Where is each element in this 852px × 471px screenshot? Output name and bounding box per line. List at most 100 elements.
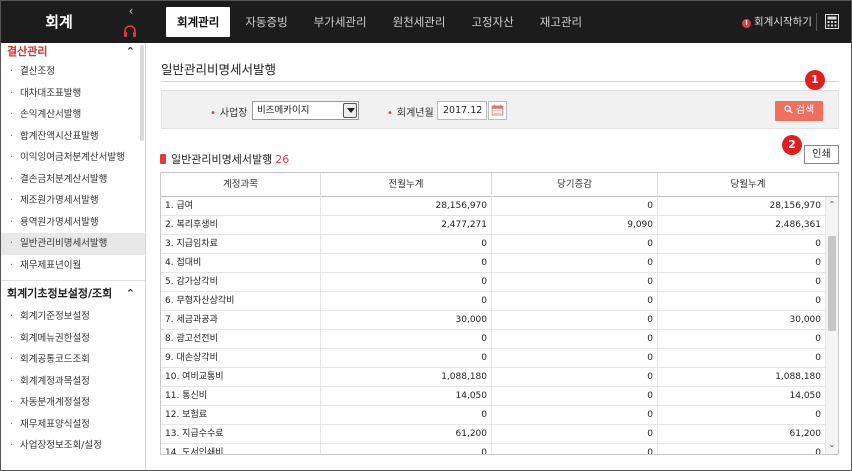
print-button[interactable]: 인쇄 xyxy=(804,145,839,164)
table-cell: 0 xyxy=(492,273,658,291)
app-logo[interactable]: 회계 xyxy=(1,1,117,43)
sidebar-group-closing[interactable]: 결산관리 ⌃ xyxy=(1,43,145,61)
search-icon xyxy=(784,105,793,114)
sidebar-scrollbar[interactable] xyxy=(140,45,144,141)
table-cell: 61,200 xyxy=(321,425,492,443)
nav-tab[interactable]: 회계관리 xyxy=(166,7,231,37)
search-button[interactable]: 검색 xyxy=(775,101,823,121)
nav-tab[interactable]: 부가세관리 xyxy=(303,7,378,37)
sidebar-item[interactable]: 자동분개계정설정 xyxy=(1,392,145,414)
sidebar-item[interactable]: 제조원가명세서발행 xyxy=(1,190,145,212)
column-header[interactable]: 전월누계 xyxy=(321,173,492,197)
nav-tab[interactable]: 재고관리 xyxy=(529,7,593,37)
column-header[interactable]: 계정과목 xyxy=(161,173,321,197)
table-cell: 0 xyxy=(321,254,492,272)
sidebar-item[interactable]: 손익계산서발행 xyxy=(1,104,145,126)
start-guide-link[interactable]: ! 회계시작하기 xyxy=(742,14,812,29)
table-cell: 30,000 xyxy=(321,311,492,329)
table-cell: 1. 급여 xyxy=(161,197,321,215)
sidebar-item[interactable]: 재무제표양식설정 xyxy=(1,414,145,436)
table-row[interactable]: 10. 여비교통비 1,088,180 0 1,088,180 xyxy=(161,368,826,387)
step-badge-1: 1 xyxy=(805,70,825,90)
sidebar-item[interactable]: 재무제표년이월 xyxy=(1,255,145,277)
sidebar-item[interactable]: 용역원가명세서발행 xyxy=(1,212,145,234)
table-cell: 0 xyxy=(321,235,492,253)
chevron-up-icon[interactable]: ⌃ xyxy=(126,43,135,61)
table-cell: 0 xyxy=(492,425,658,443)
table-row[interactable]: 12. 보험료 0 0 0 xyxy=(161,406,826,425)
nav-tab[interactable]: 고정자산 xyxy=(460,7,524,37)
table-cell: 28,156,970 xyxy=(321,197,492,215)
table-cell: 0 xyxy=(492,406,658,424)
sidebar-item[interactable]: 합계잔액시산표발행 xyxy=(1,126,145,148)
table-row[interactable]: 3. 지급임차료 0 0 0 xyxy=(161,235,826,254)
scroll-down-icon[interactable]: ⌄ xyxy=(826,439,838,451)
table-cell: 0 xyxy=(658,406,826,424)
table-row[interactable]: 5. 감가상각비 0 0 0 xyxy=(161,273,826,292)
search-button-label: 검색 xyxy=(795,105,815,116)
sidebar-item[interactable]: 결산조정 xyxy=(1,61,145,83)
start-guide-label: 회계시작하기 xyxy=(754,16,812,28)
table-cell: 0 xyxy=(658,273,826,291)
sidebar-item[interactable]: 이익잉여금처분계산서발행 xyxy=(1,147,145,169)
section-title-label: 일반관리비명세서발행 xyxy=(171,153,273,166)
ym-input[interactable]: 2017.12 xyxy=(437,101,487,120)
table-cell: 0 xyxy=(658,349,826,367)
column-header[interactable]: 당기증감 xyxy=(492,173,658,197)
table-cell: 2,477,271 xyxy=(321,216,492,234)
calculator-icon[interactable] xyxy=(825,14,839,29)
table-cell: 0 xyxy=(321,330,492,348)
table-cell: 0 xyxy=(321,444,492,454)
table-cell: 0 xyxy=(321,273,492,291)
table-scrollbar[interactable]: ⌃ ⌄ xyxy=(826,197,838,454)
table-cell: 14,050 xyxy=(658,387,826,405)
column-header[interactable]: 당월누계 xyxy=(658,173,838,197)
table-cell: 0 xyxy=(492,349,658,367)
table-cell: 0 xyxy=(658,330,826,348)
scroll-up-icon[interactable]: ⌃ xyxy=(826,199,838,211)
table-row[interactable]: 2. 복리후생비 2,477,271 9,090 2,486,361 xyxy=(161,216,826,235)
calendar-icon[interactable] xyxy=(488,101,507,120)
sidebar-item[interactable]: 일반관리비명세서발행 xyxy=(1,233,145,255)
alert-icon: ! xyxy=(742,19,751,28)
table-row[interactable]: 6. 무형자산상각비 0 0 0 xyxy=(161,292,826,311)
sidebar-item[interactable]: 대차대조표발행 xyxy=(1,83,145,105)
table-cell: 10. 여비교통비 xyxy=(161,368,321,386)
sidebar-item[interactable]: 사업장정보조회/설정 xyxy=(1,435,145,457)
scroll-thumb[interactable] xyxy=(828,236,836,331)
table-row[interactable]: 8. 광고선전비 0 0 0 xyxy=(161,330,826,349)
table-row[interactable]: 4. 접대비 0 0 0 xyxy=(161,254,826,273)
sidebar-group-basic-settings[interactable]: 회계기초정보설정/조회 ⌃ xyxy=(1,280,145,306)
table-row[interactable]: 7. 세금과공과 30,000 0 30,000 xyxy=(161,311,826,330)
sidebar-item[interactable]: 회계메뉴권한설정 xyxy=(1,328,145,350)
nav-tab[interactable]: 원천세관리 xyxy=(382,7,457,37)
table-cell: 0 xyxy=(492,444,658,454)
headset-icon[interactable] xyxy=(122,24,138,38)
table-header: 계정과목 전월누계 당기증감 당월누계 xyxy=(161,173,838,197)
table-row[interactable]: 14. 도서인쇄비 0 0 0 xyxy=(161,444,826,454)
chevron-down-icon[interactable] xyxy=(343,103,357,118)
table-cell: 1,088,180 xyxy=(321,368,492,386)
table-cell: 30,000 xyxy=(658,311,826,329)
table-cell: 0 xyxy=(492,254,658,272)
chevron-up-icon[interactable]: ⌃ xyxy=(126,281,135,307)
table-row[interactable]: 13. 지급수수료 61,200 0 61,200 xyxy=(161,425,826,444)
nav-tab[interactable]: 자동증빙 xyxy=(234,7,298,37)
table-row[interactable]: 9. 대손상각비 0 0 0 xyxy=(161,349,826,368)
sidebar-item[interactable]: 회계공통코드조회 xyxy=(1,349,145,371)
sidebar-item[interactable]: 회계기준정보설정 xyxy=(1,306,145,328)
sidebar-item[interactable]: 회계계정과목설정 xyxy=(1,371,145,393)
table-cell: 0 xyxy=(492,387,658,405)
biz-select[interactable]: 비즈메카이지 xyxy=(252,101,359,120)
chevron-left-icon[interactable]: ‹ xyxy=(117,3,145,19)
table-cell: 0 xyxy=(321,349,492,367)
table-cell: 12. 보험료 xyxy=(161,406,321,424)
sidebar-item[interactable]: 결손금처분계산서발행 xyxy=(1,169,145,191)
table-cell: 8. 광고선전비 xyxy=(161,330,321,348)
table-row[interactable]: 1. 급여 28,156,970 0 28,156,970 xyxy=(161,197,826,216)
sidebar-group-basic-items: 회계기준정보설정회계메뉴권한설정회계공통코드조회회계계정과목설정자동분개계정설정… xyxy=(1,306,145,457)
table-row[interactable]: 11. 통신비 14,050 0 14,050 xyxy=(161,387,826,406)
section-marker-icon xyxy=(160,154,166,164)
table-cell: 14,050 xyxy=(321,387,492,405)
statement-table: 계정과목 전월누계 당기증감 당월누계 1. 급여 28,156,970 0 28,156,… xyxy=(160,172,839,455)
